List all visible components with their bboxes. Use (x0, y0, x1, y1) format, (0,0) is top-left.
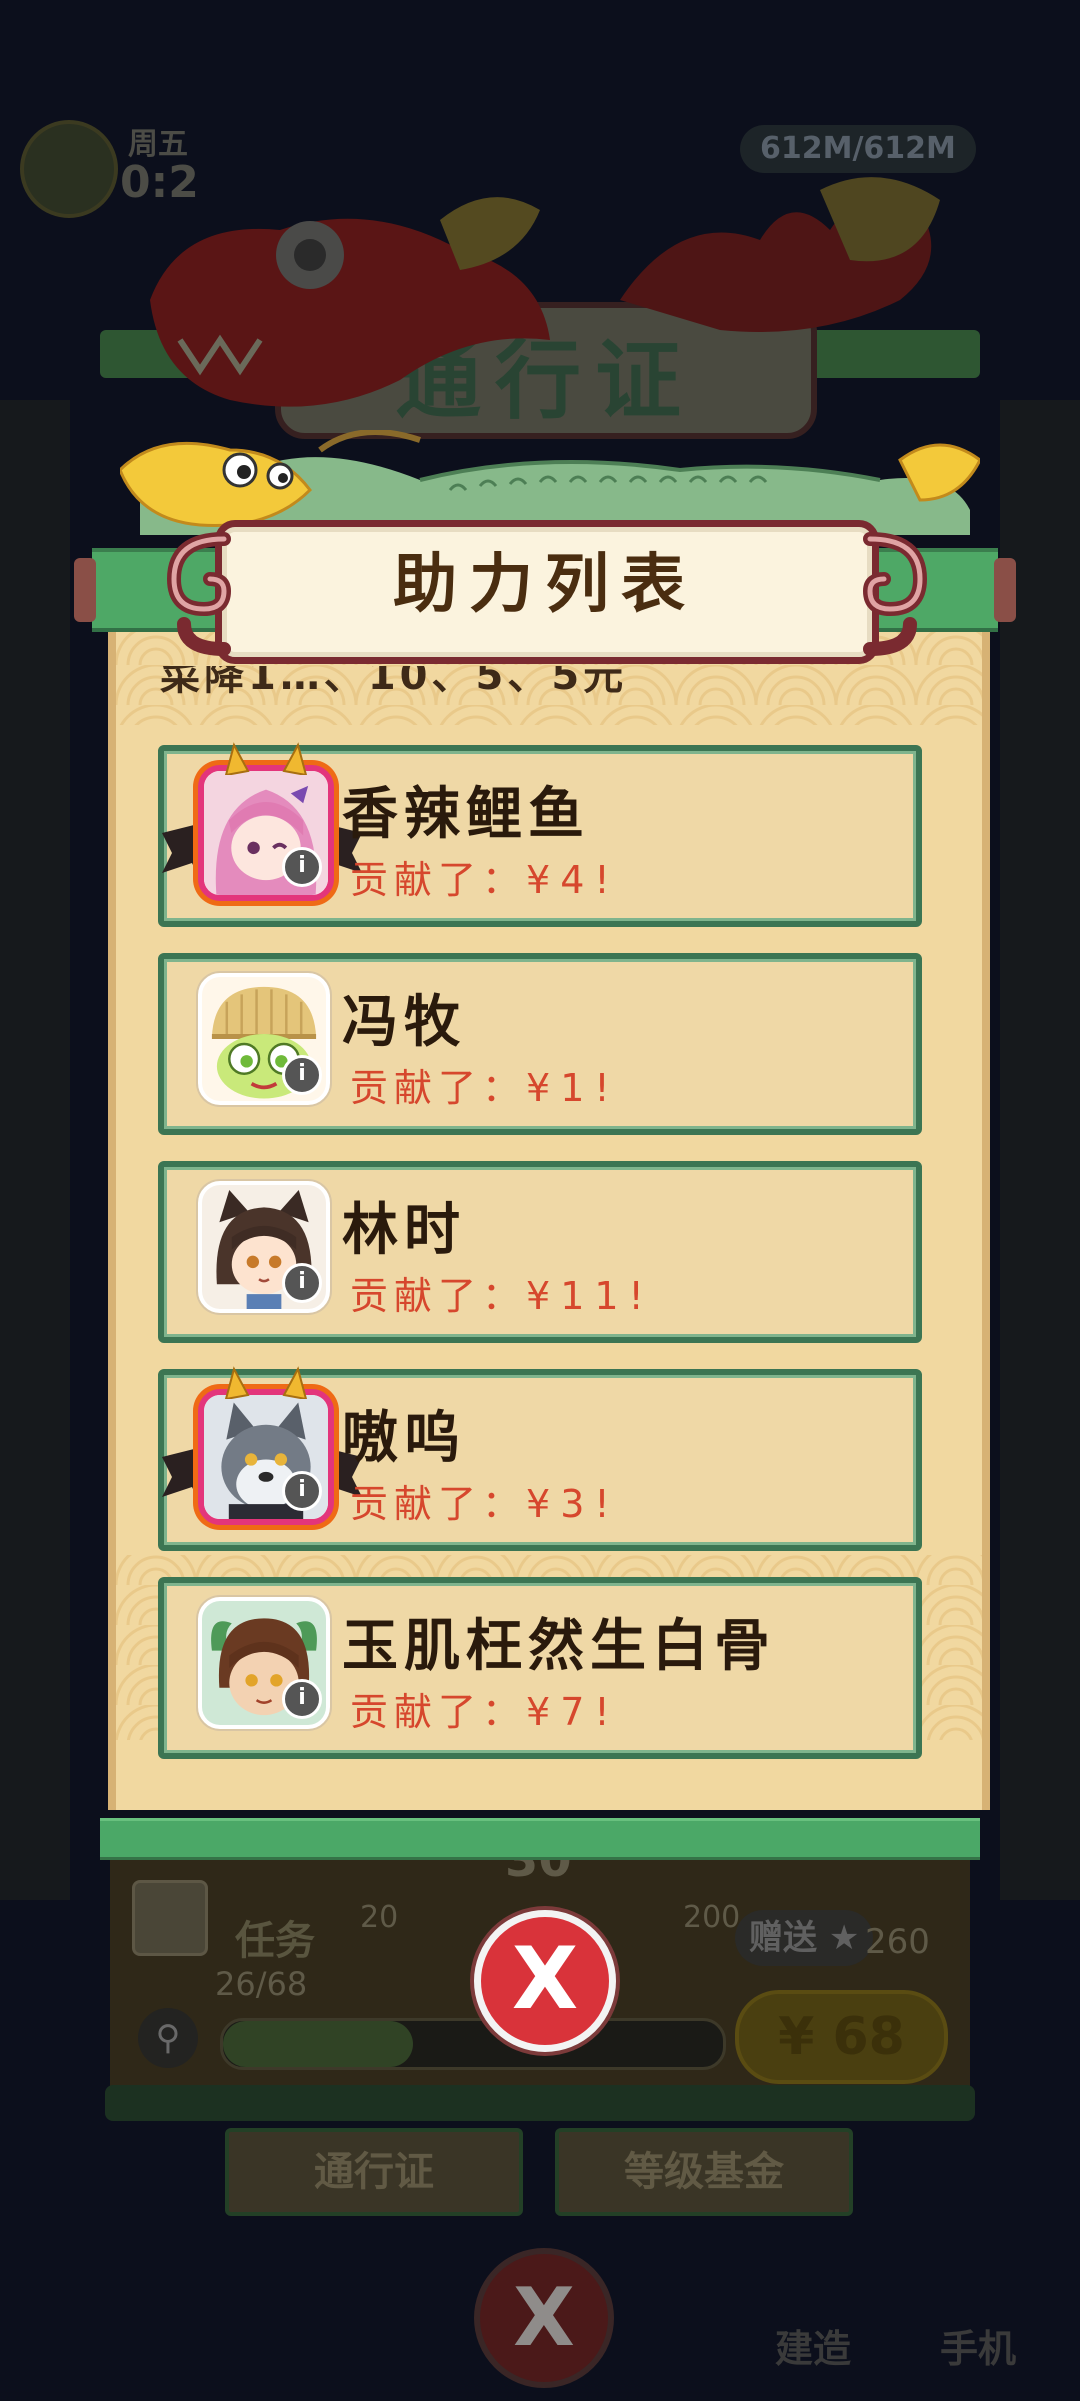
buy-price-button[interactable]: ¥ 68 (735, 1990, 948, 2084)
task-label: 任务 (235, 1918, 315, 1964)
info-badge-icon: i (282, 1471, 322, 1511)
avatar-frame[interactable]: i (162, 742, 362, 901)
reward-number-200: 200 (683, 1900, 741, 1935)
contribution-amount: ¥1! (526, 1066, 620, 1110)
player-name: 林时 (342, 1198, 466, 1263)
contribution-prefix: 贡献了： (350, 1690, 527, 1734)
avatar-frame[interactable]: i (198, 973, 330, 1105)
contribution-text: 贡献了：¥11! (350, 1265, 654, 1320)
contribution-text: 贡献了：¥1! (350, 1057, 620, 1112)
contribution-amount: ¥3! (526, 1482, 620, 1526)
tab-pass[interactable]: 通行证 (225, 2128, 523, 2216)
info-badge-icon: i (282, 847, 322, 887)
contribution-prefix: 贡献了： (350, 1482, 527, 1526)
avatar-frame[interactable]: i (198, 1597, 330, 1729)
task-progress-label: 26/68 (215, 1965, 308, 2003)
dragon-tail-decoration (620, 177, 940, 332)
list-item: i 林时 贡献了：¥11! (158, 1161, 922, 1343)
contribution-amount: ¥11! (526, 1274, 654, 1318)
background-close-button[interactable]: X (474, 2248, 614, 2388)
list-item: i 嗷呜 贡献了：¥3! (158, 1366, 922, 1551)
contribution-text: 贡献了：¥3! (350, 1473, 620, 1528)
task-progress-fill (223, 2021, 413, 2067)
background-left-edge (0, 400, 70, 1900)
player-name: 香辣鲤鱼 (342, 782, 590, 847)
contribution-amount: ¥4! (526, 858, 620, 902)
list-item: i 香辣鲤鱼 贡献了：¥4! (158, 742, 922, 927)
bottom-rod (100, 1818, 980, 1860)
dialog-title: 助力列表 (393, 548, 697, 622)
rod-cap-right (994, 558, 1016, 622)
contribution-amount: ¥7! (526, 1690, 620, 1734)
task-progress-bar (220, 2018, 726, 2070)
info-badge-icon: i (282, 1263, 322, 1303)
contribution-prefix: 贡献了： (350, 1066, 527, 1110)
devil-horns-decoration (224, 1366, 308, 1399)
list-item: i 玉肌枉然生白骨 贡献了：¥7! (158, 1577, 922, 1759)
background-right-edge (1000, 400, 1080, 1900)
info-badge-icon: i (282, 1055, 322, 1095)
clock-icon (20, 120, 118, 218)
search-icon[interactable]: ⚲ (138, 2008, 198, 2068)
list-item: i 冯牧 贡献了：¥1! (158, 953, 922, 1135)
phone-label[interactable]: 手机 (940, 2318, 1016, 2373)
memory-readout: 612M/612M (740, 125, 976, 173)
contribution-text: 贡献了：¥4! (350, 849, 620, 904)
cropped-description-text: 菜降1…、10、5、5元 (160, 666, 628, 699)
player-name: 嗷呜 (342, 1406, 466, 1471)
bottom-panel-rod (105, 2085, 975, 2121)
gift-count: 260 (865, 1922, 930, 1962)
player-name: 玉肌枉然生白骨 (342, 1614, 776, 1679)
rod-cap-left (74, 558, 96, 622)
build-label[interactable]: 建造 (775, 2318, 851, 2373)
contribution-text: 贡献了：¥7! (350, 1681, 620, 1736)
close-button[interactable]: X (474, 1910, 616, 2052)
player-name: 冯牧 (342, 990, 466, 1055)
contribution-prefix: 贡献了： (350, 1274, 527, 1318)
tab-level-fund[interactable]: 等级基金 (555, 2128, 853, 2216)
avatar-frame[interactable]: i (162, 1366, 362, 1525)
contribution-prefix: 贡献了： (350, 858, 527, 902)
task-icon[interactable] (132, 1880, 208, 1956)
avatar-frame[interactable]: i (198, 1181, 330, 1313)
dragon-head-decoration (150, 197, 550, 407)
devil-horns-decoration (224, 742, 308, 775)
gift-label: 赠送 ★ (735, 1910, 874, 1966)
info-badge-icon: i (282, 1679, 322, 1719)
reward-number-20: 20 (360, 1900, 399, 1935)
